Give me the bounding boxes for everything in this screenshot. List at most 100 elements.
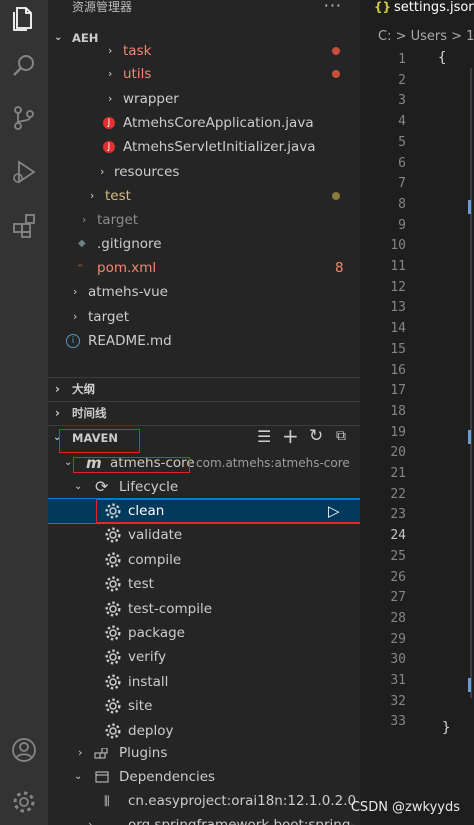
refresh-icon[interactable]: ↻ [309,426,323,446]
line-number: 30 [390,652,406,668]
rss-xml-icon: ᵔ [78,261,83,275]
annotation-box [96,499,360,523]
line-number: 5 [398,134,406,150]
line-number: 8 [398,196,406,212]
chevron-right-icon: › [73,285,78,298]
editor-pane: {} settings.json C: > Users > 12 1234567… [360,0,474,825]
plugins-icon [94,746,108,760]
source-control-icon[interactable] [8,102,40,134]
lifecycle-phase-verify[interactable]: verify [48,645,360,669]
line-number: 17 [390,383,406,399]
phase-label: validate [128,527,183,544]
modified-dot [332,70,340,78]
tree-item-resources[interactable]: › resources [48,160,360,184]
chevron-right-icon: › [55,406,60,420]
tree-item-test[interactable]: › test [48,184,360,208]
dependency-item[interactable]: › org.springframework.boot:spring-... [48,813,360,825]
extensions-icon[interactable] [8,210,40,242]
dependency-item[interactable]: ⫼ cn.easyproject:orai18n:12.1.0.2.0 [48,789,360,813]
gear-icon [105,625,121,641]
line-number: 19 [390,424,406,440]
tree-item-java-file[interactable]: J AtmehsServletInitializer.java [48,135,360,159]
phase-label: deploy [128,722,174,739]
modified-dot [332,192,340,200]
lifecycle-phase-validate[interactable]: validate [48,523,360,547]
line-number: 25 [390,548,406,564]
line-number: 26 [390,569,406,585]
lifecycle-node[interactable]: ⌄ ⟳ Lifecycle [48,475,360,499]
indent-guide [470,68,472,698]
fold-marker [468,200,471,214]
list-view-icon[interactable]: ☰ [257,427,271,446]
tree-item-target[interactable]: › target [48,208,360,232]
gear-icon [105,552,121,568]
dependencies-node[interactable]: ⌄ Dependencies [48,765,360,789]
line-number: 7 [398,176,406,192]
line-number: 9 [398,217,406,233]
sidebar: 资源管理器 ··· ⌄ AEH › task › utils › wrapper… [48,0,360,825]
account-icon[interactable] [8,734,40,766]
chevron-right-icon: › [108,92,113,105]
activity-bar [0,0,48,825]
lifecycle-phase-test[interactable]: test [48,572,360,596]
line-number: 11 [390,259,406,274]
tree-item-java-file[interactable]: J AtmehsCoreApplication.java [48,111,360,135]
sync-icon: ⟳ [95,477,109,496]
line-number: 2 [398,72,406,88]
run-debug-icon[interactable] [8,156,40,188]
breadcrumb[interactable]: C: > Users > 12 [378,29,474,44]
line-number: 13 [390,300,406,316]
tree-item-wrapper[interactable]: › wrapper [48,87,360,111]
line-number: 20 [390,445,406,461]
library-icon: ⫼ [104,794,110,808]
line-number: 16 [390,362,406,378]
gear-icon [105,723,121,739]
lifecycle-phase-package[interactable]: package [48,621,360,645]
tree-item-task[interactable]: › task [48,39,360,63]
more-actions-icon[interactable]: ··· [324,0,342,15]
settings-gear-icon[interactable] [8,786,40,818]
tree-item-readme[interactable]: i README.md [48,329,360,353]
search-icon[interactable] [8,50,40,82]
chevron-down-icon: ⌄ [74,771,83,782]
line-number: 31 [390,673,406,688]
tab-settings-json[interactable]: {} settings.json [360,0,474,22]
chevron-down-icon: ⌄ [74,481,83,492]
json-icon: {} [374,0,392,14]
line-number: 29 [390,631,406,647]
outline-header[interactable]: › 大纲 [48,378,360,400]
tree-item-target-root[interactable]: › target [48,305,360,329]
phase-label: test-compile [128,600,213,617]
java-error-icon: J [103,141,115,153]
lifecycle-phase-site[interactable]: site [48,694,360,718]
lifecycle-phase-deploy[interactable]: deploy [48,719,360,743]
line-number: 14 [390,321,406,337]
git-icon: ◆ [78,238,86,249]
lifecycle-phase-test-compile[interactable]: test-compile [48,597,360,621]
gear-icon [105,674,121,690]
collapse-all-icon[interactable]: ⧉ [336,428,346,444]
watermark: CSDN @zwkyyds [350,800,460,815]
chevron-right-icon: › [100,165,105,178]
line-number: 28 [390,610,406,626]
line-number: 21 [390,466,406,481]
lifecycle-phase-compile[interactable]: compile [48,548,360,572]
line-number: 10 [390,238,406,254]
chevron-right-icon: › [88,818,93,825]
fold-marker [468,430,471,444]
annotation-box [59,429,140,453]
lifecycle-phase-install[interactable]: install [48,670,360,694]
plugins-node[interactable]: › Plugins [48,741,360,765]
explorer-title: 资源管理器 [72,0,133,14]
tree-item-pom[interactable]: ᵔ pom.xml 8 [48,256,360,280]
tree-item-utils[interactable]: › utils [48,62,360,86]
tree-item-gitignore[interactable]: ◆ .gitignore [48,232,360,256]
phase-label: package [128,625,185,641]
tree-item-atmehs-vue[interactable]: › atmehs-vue [48,280,360,304]
line-number: 6 [398,155,406,171]
line-number: 1 [398,52,406,67]
timeline-header[interactable]: › 时间线 [48,402,360,424]
chevron-right-icon: › [108,44,113,57]
explorer-files-icon[interactable] [8,2,40,34]
add-icon[interactable]: + [282,424,299,448]
